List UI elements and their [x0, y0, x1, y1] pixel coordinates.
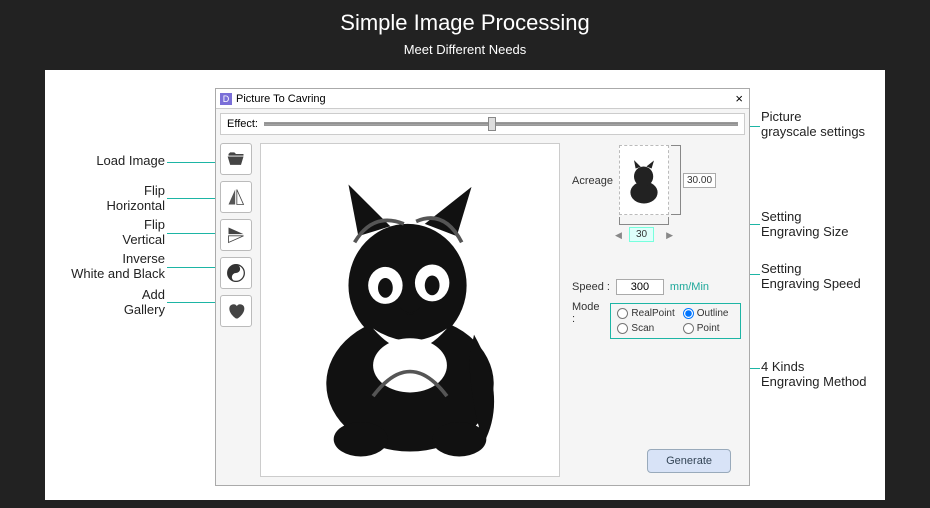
effect-label: Effect:	[227, 118, 258, 130]
height-value: 30.00	[683, 173, 716, 188]
page-subtitle: Meet Different Needs	[0, 42, 930, 57]
flip-vertical-icon	[226, 225, 246, 245]
acreage-preview: 30.00 30	[619, 145, 709, 215]
mode-label: Mode :	[572, 301, 604, 325]
callout-flip-vertical: Flip Vertical	[45, 218, 165, 248]
right-pane: Acreage	[564, 139, 749, 485]
acreage-label: Acreage	[572, 175, 613, 187]
page-title: Simple Image Processing	[0, 10, 930, 36]
add-gallery-button[interactable]	[220, 295, 252, 327]
callout-inverse: Inverse White and Black	[45, 252, 165, 282]
effect-slider[interactable]	[264, 122, 738, 126]
toolbar	[216, 139, 256, 485]
flip-horizontal-icon	[226, 187, 246, 207]
generate-button[interactable]: Generate	[647, 449, 731, 473]
folder-open-icon	[226, 149, 246, 169]
app-window: D Picture To Cavring × Effect:	[215, 88, 750, 486]
speed-input[interactable]	[616, 279, 664, 295]
yin-yang-icon	[226, 263, 246, 283]
callout-speed: Setting Engraving Speed	[761, 262, 881, 292]
title-bar: D Picture To Cavring ×	[216, 89, 749, 109]
heart-icon	[226, 301, 246, 321]
mode-outline[interactable]: Outline	[683, 308, 734, 319]
callout-gallery: Add Gallery	[45, 288, 165, 318]
speed-unit: mm/Min	[670, 281, 709, 293]
outer-panel: Load Image Flip Horizontal Flip Vertical…	[45, 70, 885, 500]
effect-row: Effect:	[220, 113, 745, 135]
callout-load-image: Load Image	[45, 154, 165, 169]
close-icon[interactable]: ×	[735, 91, 743, 106]
mode-scan[interactable]: Scan	[617, 323, 674, 334]
load-image-button[interactable]	[220, 143, 252, 175]
thumbnail-image	[624, 153, 664, 208]
flip-vertical-button[interactable]	[220, 219, 252, 251]
flip-horizontal-button[interactable]	[220, 181, 252, 213]
inverse-button[interactable]	[220, 257, 252, 289]
app-icon: D	[220, 93, 232, 105]
callout-method: 4 Kinds Engraving Method	[761, 360, 891, 390]
callout-grayscale: Picture grayscale settings	[761, 110, 881, 140]
callout-flip-horizontal: Flip Horizontal	[45, 184, 165, 214]
mode-realpoint[interactable]: RealPoint	[617, 308, 674, 319]
window-title: Picture To Cavring	[236, 93, 326, 105]
callout-size: Setting Engraving Size	[761, 210, 881, 240]
width-input[interactable]: 30	[629, 227, 654, 242]
image-canvas	[260, 143, 560, 477]
mode-box: RealPoint Outline Scan Point	[610, 303, 741, 339]
preview-image	[280, 150, 540, 470]
mode-point[interactable]: Point	[683, 323, 734, 334]
speed-label: Speed :	[572, 281, 610, 293]
